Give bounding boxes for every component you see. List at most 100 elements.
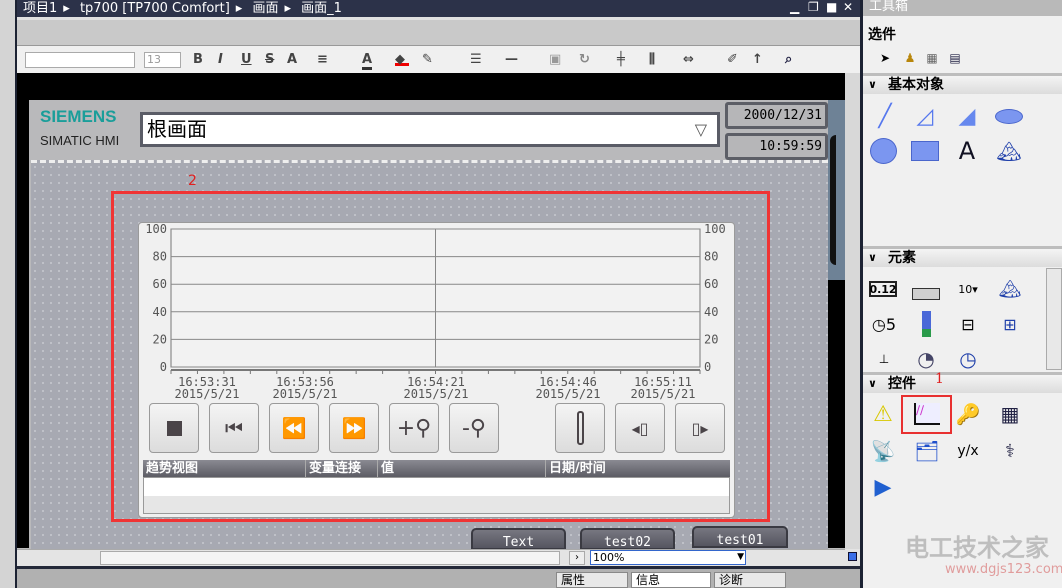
font-size-select[interactable]: 13 <box>144 52 181 68</box>
maximize-icon[interactable]: ■ <box>826 0 837 14</box>
trend-first-button[interactable]: ⏮ <box>209 403 259 453</box>
zoom-level-select[interactable]: 100% ▼ <box>590 550 746 565</box>
column-header[interactable]: 趋势视图 <box>143 460 306 477</box>
fill-color-icon[interactable]: ◆ <box>395 52 409 67</box>
table-row[interactable] <box>144 496 729 513</box>
hmi-button-test02[interactable]: test02 <box>580 528 675 550</box>
breadcrumb-item[interactable]: tp700 [TP700 Comfort] <box>80 1 230 16</box>
screen-select-dropdown[interactable]: 根画面 ▽ <box>140 112 720 147</box>
trend-ruler-left-button[interactable]: ◂▯ <box>615 403 665 453</box>
trend-forward-button[interactable]: ⏩ <box>329 403 379 453</box>
x-tick-date: 2015/5/21 <box>272 387 337 401</box>
close-icon[interactable]: ✕ <box>843 0 853 14</box>
rotate-icon[interactable]: ↻ <box>579 52 590 67</box>
hmi-button-text[interactable]: Text <box>471 528 566 550</box>
graphic-io-icon[interactable]: 🏔 <box>995 275 1025 303</box>
sm-io-icon[interactable]: 📡 <box>868 437 898 465</box>
column-header[interactable]: 日期/时间 <box>546 460 730 477</box>
date-time-field-icon[interactable]: ◷5 <box>869 310 899 338</box>
format-painter-icon[interactable]: ✐ <box>727 52 738 67</box>
minimize-icon[interactable]: ▁ <box>790 0 799 14</box>
tab-diagnostics[interactable]: 诊断 <box>714 572 786 588</box>
chevron-down-icon[interactable]: ▼ <box>737 551 744 564</box>
alarm-view-icon[interactable]: ⚠ <box>868 400 898 428</box>
distribute-icon[interactable]: ⫼ <box>649 52 655 67</box>
scroll-right-icon[interactable]: › <box>569 551 585 565</box>
dropdown-triangle-icon[interactable]: ▽ <box>695 115 707 144</box>
trend-zoom-out-button[interactable]: -⚲ <box>449 403 499 453</box>
polyline-icon[interactable]: ◿ <box>910 102 940 130</box>
polygon-icon[interactable]: ◢ <box>952 102 982 130</box>
line-width-icon[interactable]: ☰ <box>470 52 482 67</box>
restore-icon[interactable]: ❐ <box>808 0 819 14</box>
fit-screen-icon[interactable] <box>845 549 860 566</box>
font-name-input[interactable] <box>25 52 135 68</box>
tab-properties[interactable]: 属性 <box>556 572 628 588</box>
breadcrumb-item[interactable]: 项目1 <box>23 1 57 16</box>
symbolic-io-icon[interactable]: 10▾ <box>953 275 983 303</box>
user-view-icon[interactable]: 🔑 <box>953 400 983 428</box>
gauge-icon[interactable]: ◔ <box>911 345 941 373</box>
date-field[interactable]: 2000/12/31 <box>725 102 828 129</box>
value-table-header: 趋势视图 变量连接 值 日期/时间 <box>143 460 730 477</box>
hmi-button-test01[interactable]: test01 <box>692 526 788 548</box>
breadcrumb-item[interactable]: 画面 <box>252 1 278 16</box>
left-panel-collapsed[interactable] <box>0 0 17 588</box>
circle-icon[interactable] <box>868 137 898 165</box>
size-icon[interactable]: ⇔ <box>683 52 694 67</box>
y-tick-label-left: 20 <box>153 332 167 346</box>
trend-ruler-right-button[interactable]: ▯▸ <box>675 403 725 453</box>
strikethrough-button[interactable]: S <box>265 52 274 67</box>
slider-icon[interactable]: ⊥ <box>869 345 899 373</box>
trend-back-button[interactable]: ⏪ <box>269 403 319 453</box>
tab-info[interactable]: 信息 <box>631 572 711 588</box>
bold-button[interactable]: B <box>193 52 203 67</box>
skip-start-icon: ⏮ <box>225 416 243 440</box>
symbol-library-icon[interactable]: ⊞ <box>995 310 1025 338</box>
elements-scrollbar[interactable] <box>1046 268 1062 370</box>
font-grow-button[interactable]: A <box>287 52 297 67</box>
elements-header[interactable]: ∨ 元素 <box>863 246 1062 267</box>
align-icon[interactable]: ╪ <box>617 52 625 67</box>
stop-icon <box>166 420 182 436</box>
column-header[interactable]: 值 <box>378 460 546 477</box>
pen-color-icon[interactable]: ✎ <box>422 52 433 67</box>
media-player-icon[interactable]: 🗂 <box>912 437 942 465</box>
trend-zoom-in-button[interactable]: +⚲ <box>389 403 439 453</box>
basic-objects-header[interactable]: ∨ 基本对象 <box>863 73 1062 94</box>
align-text-button[interactable]: ≡ <box>317 52 328 67</box>
trend-stop-button[interactable] <box>149 403 199 453</box>
line-icon[interactable]: ╱ <box>870 102 900 130</box>
time-field[interactable]: 10:59:59 <box>725 133 828 160</box>
fx-trend-view-icon[interactable]: y/x <box>953 437 983 465</box>
recipe-view-icon[interactable]: ▦ <box>995 400 1025 428</box>
switch-icon[interactable]: ⊟ <box>953 310 983 338</box>
screen-select-value: 根画面 <box>147 117 207 141</box>
italic-button[interactable]: I <box>218 52 223 67</box>
button-icon[interactable] <box>911 280 941 308</box>
controls-header[interactable]: ∨ 控件 <box>863 372 1062 393</box>
watermark-url: www.dgjs123.com <box>945 562 1062 577</box>
vertical-scrollbar[interactable] <box>845 73 860 549</box>
breadcrumb-item[interactable]: 画面_1 <box>301 1 342 16</box>
text-field-icon[interactable]: A <box>952 137 982 165</box>
table-icon[interactable]: ▤ <box>940 44 970 72</box>
ellipse-icon[interactable] <box>994 102 1024 130</box>
clock-icon[interactable]: ◷ <box>953 345 983 373</box>
arrange-icon[interactable]: ▣ <box>549 52 561 67</box>
io-field-icon[interactable]: 0.12 <box>869 281 897 297</box>
trend-ruler-button[interactable] <box>555 403 605 453</box>
scrollbar-thumb[interactable] <box>100 551 560 565</box>
zoom-select-icon[interactable]: ⌕ <box>785 52 792 67</box>
windows-media-icon[interactable]: ▶ <box>868 473 898 501</box>
font-color-button[interactable]: A <box>362 52 373 70</box>
line-style-icon[interactable]: — <box>505 52 518 67</box>
column-header[interactable]: 变量连接 <box>306 460 378 477</box>
text-size-icon[interactable]: ↑ <box>752 52 763 67</box>
underline-button[interactable]: U <box>241 52 252 67</box>
bar-icon[interactable] <box>911 310 941 338</box>
graphic-view-icon[interactable]: 🏔 <box>994 137 1024 165</box>
chevron-down-icon: ∨ <box>868 78 877 91</box>
system-diagnostics-icon[interactable]: ⚕ <box>995 437 1025 465</box>
rectangle-icon[interactable] <box>910 137 940 165</box>
